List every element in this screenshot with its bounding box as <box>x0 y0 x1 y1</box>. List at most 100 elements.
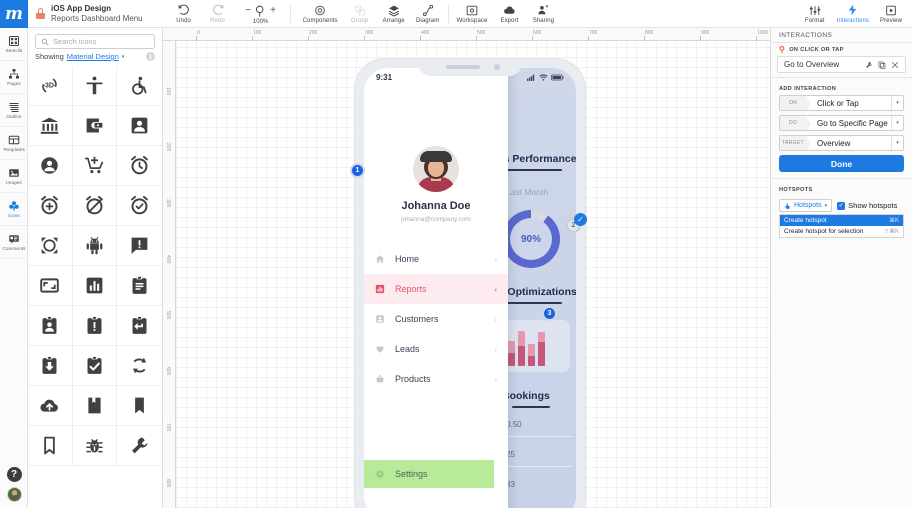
icon-cell-account-balance-wallet[interactable] <box>73 106 118 146</box>
menu-item-settings[interactable]: Settings <box>364 460 494 488</box>
sidebar-item-images[interactable]: Images <box>0 160 28 193</box>
icon-cell-assignment-turned-in[interactable] <box>73 346 118 386</box>
wrench-icon[interactable] <box>865 61 873 69</box>
left-rail: Stencils Pages Outline Templates Images … <box>0 28 28 508</box>
hotspots-button[interactable]: Hotspots ▾ <box>779 199 832 212</box>
icon-cell-alarm-on[interactable] <box>117 186 162 226</box>
icon-set-link[interactable]: Material Design <box>67 52 119 61</box>
chevron-down-icon[interactable]: ▾ <box>891 116 903 130</box>
zoom-control[interactable]: − + 100% <box>235 0 287 28</box>
interaction-action-select[interactable]: DO Go to Specific Page ▾ <box>779 115 904 131</box>
icon-cell-alarm-add[interactable] <box>28 186 73 226</box>
interaction-trigger-select[interactable]: ON Click or Tap ▾ <box>779 95 904 111</box>
workspace-button[interactable]: Workspace <box>452 0 493 28</box>
undo-button[interactable]: Undo <box>167 0 201 28</box>
icon-cell-autorenew[interactable] <box>117 346 162 386</box>
icon-cell-bookmark[interactable] <box>117 386 162 426</box>
chevron-down-icon[interactable]: ▾ <box>891 96 903 110</box>
chevron-down-icon[interactable]: ▾ <box>891 136 903 150</box>
icon-cell-account-balance[interactable] <box>28 106 73 146</box>
icon-cell-aspect-ratio[interactable] <box>28 266 73 306</box>
menu-item-home[interactable]: Home › <box>364 244 508 274</box>
menu-item-create-hotspot-for-selection[interactable]: Create hotspot for selection ⇧⌘K <box>780 226 903 237</box>
ruler-tick-label: 900 <box>701 30 709 36</box>
images-icon <box>8 167 20 179</box>
canvas-surface[interactable]: Sales Performance Last Month 90% Lead Op… <box>176 41 770 508</box>
format-button[interactable]: Format <box>798 0 832 28</box>
chevron-down-icon[interactable]: ▾ <box>122 54 125 60</box>
sidebar-item-stencils[interactable]: Stencils <box>0 28 28 61</box>
sidebar-item-outline[interactable]: Outline <box>0 94 28 127</box>
sharing-button[interactable]: Sharing <box>526 0 560 28</box>
icon-cell-android[interactable] <box>73 226 118 266</box>
icon-cell-assignment-late[interactable] <box>73 306 118 346</box>
show-hotspots-toggle[interactable]: ✓ Show hotspots <box>837 201 897 210</box>
icon-cell-bug-report[interactable] <box>73 426 118 466</box>
components-button[interactable]: Components <box>298 0 343 28</box>
phone-artboard[interactable]: Sales Performance Last Month 90% Lead Op… <box>355 59 585 508</box>
menu-item-reports[interactable]: Reports ‹ <box>364 274 508 304</box>
icon-cell-alarm-off[interactable] <box>73 186 118 226</box>
ruler-tick-label: 100 <box>253 30 261 36</box>
speaker-icon <box>446 65 480 69</box>
icon-cell-bookmark-border[interactable] <box>28 426 73 466</box>
existing-interaction-row[interactable]: Go to Overview <box>777 56 906 73</box>
diagram-button[interactable]: Diagram <box>411 0 445 28</box>
icon-cell-alarm[interactable] <box>117 146 162 186</box>
icon-cell-assignment[interactable] <box>117 266 162 306</box>
icon-cell-assignment-return[interactable] <box>117 306 162 346</box>
icon-cell-account-circle[interactable] <box>28 146 73 186</box>
interactions-button[interactable]: Interactions <box>832 0 874 28</box>
sidebar-item-comments[interactable]: Comments <box>0 226 28 259</box>
menu-item-create-hotspot[interactable]: Create hotspot ⌘K <box>780 215 903 226</box>
side-drawer[interactable]: 9:31 Johanna Doe johanna@company.com Hom… <box>364 68 508 508</box>
canvas-area[interactable]: 0 100 200 300 400 500 600 700 800 900 10… <box>163 28 770 508</box>
bug-report-icon <box>84 435 105 456</box>
sidebar-item-templates[interactable]: Templates <box>0 127 28 160</box>
horizontal-ruler[interactable]: 0 100 200 300 400 500 600 700 800 900 10… <box>163 28 770 41</box>
ruler-tick-label: 0 <box>197 30 200 36</box>
icon-cell-build[interactable] <box>117 426 162 466</box>
hotspot-badge-3[interactable]: 3 <box>542 306 557 321</box>
export-button[interactable]: Export <box>492 0 526 28</box>
info-icon[interactable]: i <box>146 52 155 61</box>
preview-button[interactable]: Preview <box>874 0 908 28</box>
search-input[interactable]: Search icons <box>35 34 155 49</box>
icon-cell-accessible[interactable] <box>117 66 162 106</box>
icon-cell-3d-rotation[interactable]: 3D <box>28 66 73 106</box>
icon-cell-announcement[interactable] <box>117 226 162 266</box>
icon-cell-assignment-ind[interactable] <box>28 306 73 346</box>
interaction-target-select[interactable]: TARGET Overview ▾ <box>779 135 904 151</box>
sidebar-item-label: Images <box>6 180 22 185</box>
group-button[interactable]: Group <box>343 0 377 28</box>
search-row: Search icons <box>28 28 162 52</box>
vertical-ruler[interactable]: 100 200 300 400 500 600 700 800 <box>163 41 176 508</box>
sharing-icon <box>536 4 550 17</box>
menu-item-customers[interactable]: Customers › <box>364 304 508 334</box>
menu-item-products[interactable]: Products › <box>364 364 508 394</box>
sidebar-item-icons[interactable]: Icons <box>0 193 28 226</box>
help-icon[interactable]: ? <box>7 467 22 482</box>
menu-item-leads[interactable]: Leads › <box>364 334 508 364</box>
close-icon[interactable] <box>891 61 899 69</box>
icon-cell-backup[interactable] <box>28 386 73 426</box>
redo-button[interactable]: Redo <box>201 0 235 28</box>
hotspot-badge-1[interactable]: 1 <box>350 163 365 178</box>
icon-cell-book[interactable] <box>73 386 118 426</box>
icon-cell-account-box[interactable] <box>117 106 162 146</box>
duplicate-icon[interactable] <box>878 61 886 69</box>
icon-cell-all-out[interactable] <box>28 226 73 266</box>
arrange-button[interactable]: Arrange <box>377 0 411 28</box>
avatar[interactable] <box>7 487 22 502</box>
icon-cell-assignment-returned[interactable] <box>28 346 73 386</box>
document-title-group[interactable]: iOS App Design Reports Dashboard Menu <box>28 0 143 27</box>
app-logo[interactable]: m <box>0 0 28 28</box>
icon-cell-assessment[interactable] <box>73 266 118 306</box>
icon-cell-accessibility[interactable] <box>73 66 118 106</box>
zoom-out-button[interactable]: − <box>245 5 251 16</box>
panel-divider <box>771 77 912 78</box>
sidebar-item-pages[interactable]: Pages <box>0 61 28 94</box>
icon-cell-add-shopping-cart[interactable] <box>73 146 118 186</box>
zoom-in-button[interactable]: + <box>270 5 276 16</box>
done-button[interactable]: Done <box>779 155 904 172</box>
